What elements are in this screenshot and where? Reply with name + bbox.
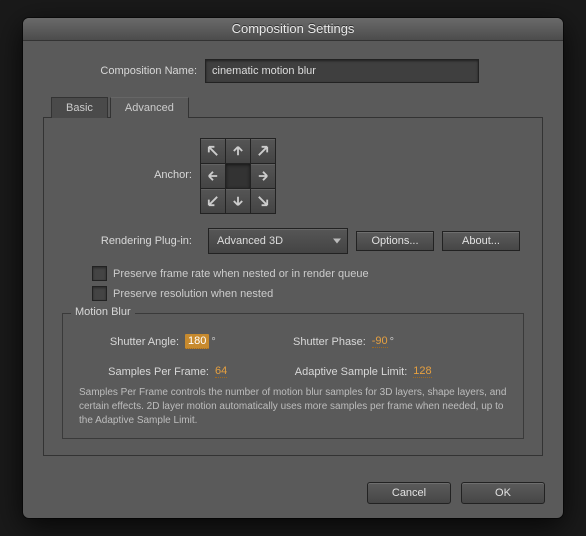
content-area: Composition Name: Basic Advanced Anchor: [23, 41, 563, 470]
shutter-phase-value[interactable]: -90 [372, 335, 388, 348]
anchor-ne[interactable] [250, 138, 276, 164]
anchor-s[interactable] [225, 188, 251, 214]
advanced-panel: Anchor: Rendering Plug-in: Advanced 3D [43, 117, 543, 456]
cancel-button[interactable]: Cancel [367, 482, 451, 504]
shutter-phase-label: Shutter Phase: [246, 336, 366, 348]
motion-blur-legend: Motion Blur [71, 306, 135, 318]
degree-icon-2: ° [390, 336, 394, 348]
anchor-se[interactable] [250, 188, 276, 214]
adaptive-limit-label: Adaptive Sample Limit: [247, 366, 407, 378]
anchor-center[interactable] [225, 163, 251, 189]
ok-button[interactable]: OK [461, 482, 545, 504]
tab-basic[interactable]: Basic [51, 97, 108, 118]
motion-blur-fieldset: Motion Blur Shutter Angle: 180 ° Shutter… [62, 313, 524, 439]
anchor-nw[interactable] [200, 138, 226, 164]
rendering-plugin-select[interactable]: Advanced 3D [208, 228, 348, 254]
comp-name-label: Composition Name: [77, 65, 197, 77]
composition-settings-window: Composition Settings Composition Name: B… [23, 18, 563, 518]
degree-icon: ° [211, 336, 215, 348]
preserve-framerate-label: Preserve frame rate when nested or in re… [113, 268, 369, 280]
dialog-footer: Cancel OK [23, 470, 563, 518]
anchor-w[interactable] [200, 163, 226, 189]
anchor-n[interactable] [225, 138, 251, 164]
preserve-resolution-label: Preserve resolution when nested [113, 288, 273, 300]
tab-advanced[interactable]: Advanced [110, 97, 189, 118]
samples-per-frame-value[interactable]: 64 [215, 365, 227, 378]
rendering-label: Rendering Plug-in: [62, 235, 192, 247]
rendering-plugin-value: Advanced 3D [217, 235, 283, 247]
anchor-label: Anchor: [62, 169, 192, 181]
adaptive-limit-value[interactable]: 128 [413, 365, 431, 378]
window-title: Composition Settings [23, 18, 563, 41]
samples-per-frame-label: Samples Per Frame: [79, 366, 209, 378]
shutter-angle-value[interactable]: 180 [185, 334, 209, 349]
about-button[interactable]: About... [442, 231, 520, 251]
comp-name-input[interactable] [205, 59, 479, 83]
preserve-resolution-checkbox[interactable] [92, 286, 107, 301]
anchor-grid [200, 138, 274, 212]
motion-blur-description: Samples Per Frame controls the number of… [79, 386, 507, 428]
anchor-sw[interactable] [200, 188, 226, 214]
options-button[interactable]: Options... [356, 231, 434, 251]
shutter-angle-label: Shutter Angle: [79, 336, 179, 348]
tab-bar: Basic Advanced [51, 97, 543, 118]
preserve-framerate-checkbox[interactable] [92, 266, 107, 281]
anchor-e[interactable] [250, 163, 276, 189]
